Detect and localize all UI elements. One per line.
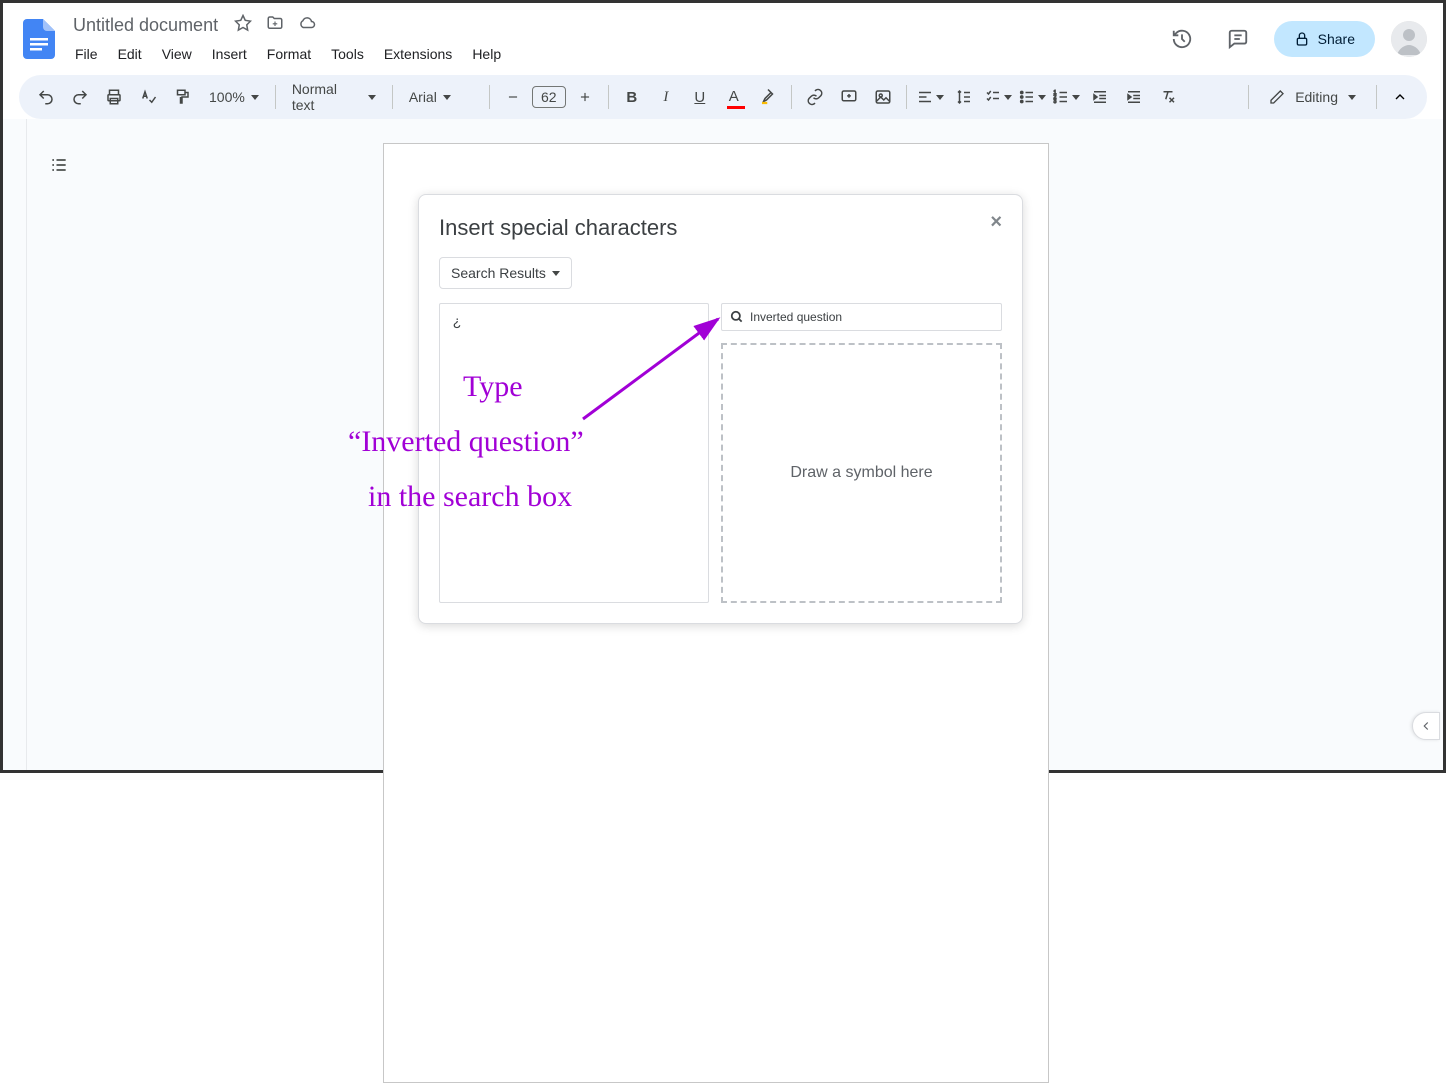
fontsize-input[interactable]: 62	[532, 86, 566, 108]
menu-help[interactable]: Help	[464, 42, 509, 66]
menu-tools[interactable]: Tools	[323, 42, 372, 66]
document-title[interactable]: Untitled document	[67, 13, 224, 38]
search-box[interactable]	[721, 303, 1002, 331]
print-button[interactable]	[99, 82, 129, 112]
clear-formatting-button[interactable]	[1153, 82, 1183, 112]
redo-button[interactable]	[65, 82, 95, 112]
chevron-down-icon	[368, 95, 376, 100]
highlight-button[interactable]	[753, 82, 783, 112]
line-spacing-button[interactable]	[949, 82, 979, 112]
search-input[interactable]	[750, 310, 993, 324]
annotation-line1: Type	[463, 364, 523, 409]
chevron-down-icon	[552, 271, 560, 276]
chevron-down-icon	[1004, 95, 1012, 100]
collapse-toolbar-button[interactable]	[1385, 82, 1415, 112]
fontsize-increase[interactable]	[570, 82, 600, 112]
menu-bar: File Edit View Insert Format Tools Exten…	[67, 42, 1162, 66]
user-avatar[interactable]	[1391, 21, 1427, 57]
dialog-title: Insert special characters	[439, 215, 1002, 241]
zoom-select[interactable]: 100%	[201, 85, 267, 109]
menu-file[interactable]: File	[67, 42, 106, 66]
bulleted-list-button[interactable]	[1017, 82, 1047, 112]
text-color-button[interactable]: A	[719, 82, 749, 112]
star-icon[interactable]	[234, 14, 252, 37]
draw-symbol-area[interactable]: Draw a symbol here	[721, 343, 1002, 603]
annotation-line2: “Inverted question”	[348, 419, 584, 464]
menu-extensions[interactable]: Extensions	[376, 42, 460, 66]
paragraph-style-select[interactable]: Normal text	[284, 77, 384, 117]
chevron-down-icon	[1072, 95, 1080, 100]
chevron-down-icon	[1038, 95, 1046, 100]
workspace: × Insert special characters Search Resul…	[3, 119, 1443, 770]
svg-text:3: 3	[1053, 99, 1056, 105]
insert-image-button[interactable]	[868, 82, 898, 112]
outline-toggle-button[interactable]	[43, 149, 75, 181]
chevron-down-icon	[1348, 95, 1356, 100]
menu-format[interactable]: Format	[259, 42, 319, 66]
spellcheck-button[interactable]	[133, 82, 163, 112]
undo-button[interactable]	[31, 82, 61, 112]
editing-mode-button[interactable]: Editing	[1257, 83, 1368, 111]
cloud-icon[interactable]	[298, 14, 316, 37]
italic-button[interactable]: I	[651, 82, 681, 112]
ruler-vertical[interactable]	[3, 119, 27, 770]
toolbar: 100% Normal text Arial 62 B I U A 123 Ed…	[19, 75, 1427, 119]
font-select[interactable]: Arial	[401, 85, 481, 109]
bold-button[interactable]: B	[617, 82, 647, 112]
checklist-button[interactable]	[983, 82, 1013, 112]
format-paint-button[interactable]	[167, 82, 197, 112]
search-icon	[730, 310, 744, 324]
align-button[interactable]	[915, 82, 945, 112]
share-button[interactable]: Share	[1274, 21, 1375, 57]
menu-insert[interactable]: Insert	[204, 42, 255, 66]
chevron-down-icon	[936, 95, 944, 100]
comments-icon[interactable]	[1218, 19, 1258, 59]
chevron-down-icon	[251, 95, 259, 100]
indent-increase-button[interactable]	[1119, 82, 1149, 112]
ruler-horizontal[interactable]	[27, 119, 1443, 137]
special-characters-dialog: × Insert special characters Search Resul…	[418, 194, 1023, 624]
docs-logo[interactable]	[19, 19, 59, 59]
menu-view[interactable]: View	[154, 42, 200, 66]
move-icon[interactable]	[266, 14, 284, 37]
link-button[interactable]	[800, 82, 830, 112]
underline-button[interactable]: U	[685, 82, 715, 112]
close-button[interactable]: ×	[990, 211, 1002, 234]
numbered-list-button[interactable]: 123	[1051, 82, 1081, 112]
annotation-line3: in the search box	[368, 474, 572, 519]
chevron-down-icon	[443, 95, 451, 100]
menu-edit[interactable]: Edit	[110, 42, 150, 66]
result-character[interactable]: ¿	[446, 310, 468, 332]
fontsize-decrease[interactable]	[498, 82, 528, 112]
share-label: Share	[1318, 31, 1355, 47]
side-panel-toggle[interactable]	[1412, 712, 1440, 740]
indent-decrease-button[interactable]	[1085, 82, 1115, 112]
history-icon[interactable]	[1162, 19, 1202, 59]
category-filter-button[interactable]: Search Results	[439, 257, 572, 289]
add-comment-button[interactable]	[834, 82, 864, 112]
